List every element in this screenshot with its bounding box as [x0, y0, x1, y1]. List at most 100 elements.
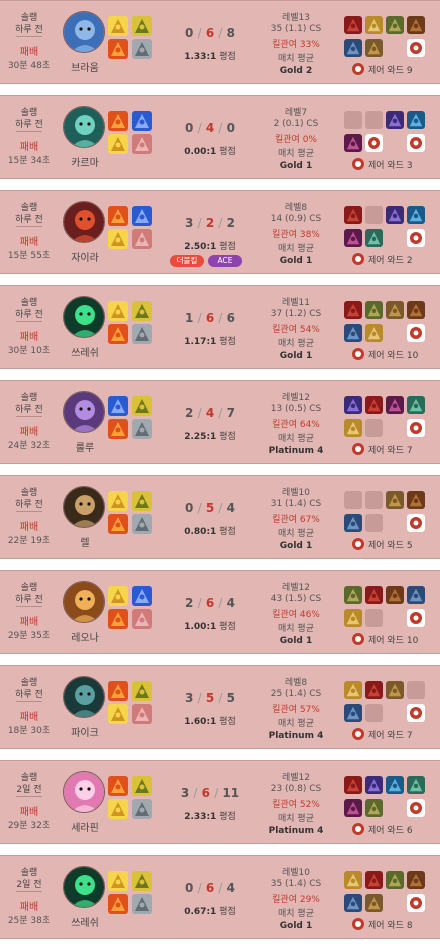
flash-icon[interactable] [108, 799, 128, 819]
match-card[interactable]: 솔랭 하루 전 패배 15분 34초 카르마 0 / 4 / 0 0.00:1 … [0, 95, 440, 179]
teleport-icon[interactable] [108, 396, 128, 416]
item-helm-icon[interactable] [344, 586, 362, 604]
smite-icon[interactable] [132, 396, 152, 416]
item-ward-totem-icon[interactable] [407, 799, 425, 817]
item-armor-icon[interactable] [344, 16, 362, 34]
ignite-icon[interactable] [108, 514, 128, 534]
champion-portrait-icon[interactable] [63, 486, 105, 528]
item-helm2-icon[interactable] [365, 39, 383, 57]
heal-icon[interactable] [132, 134, 152, 154]
ignite-icon[interactable] [108, 39, 128, 59]
exhaust-icon[interactable] [132, 419, 152, 439]
teleport-icon[interactable] [132, 111, 152, 131]
champion-portrait-icon[interactable] [63, 866, 105, 908]
ignite-icon[interactable] [108, 681, 128, 701]
smite-icon[interactable] [132, 871, 152, 891]
item-ward-totem-icon[interactable] [407, 704, 425, 722]
item-wand-icon[interactable] [386, 206, 404, 224]
match-card[interactable]: 솔랭 하루 전 패배 30분 48초 브라움 0 / 6 / 8 1.33:1 … [0, 0, 440, 84]
item-ward-totem-icon[interactable] [407, 609, 425, 627]
heal-icon[interactable] [132, 704, 152, 724]
ignite-icon[interactable] [108, 111, 128, 131]
item-tome-icon[interactable] [344, 134, 362, 152]
flash-icon[interactable] [108, 229, 128, 249]
item-helm2-icon[interactable] [386, 681, 404, 699]
item-orb-icon[interactable] [407, 396, 425, 414]
item-helm-icon[interactable] [386, 871, 404, 889]
match-card[interactable]: 솔랭 2일 전 패배 29분 32초 세라핀 3 / 6 / 11 2.33:1… [0, 760, 440, 844]
item-armor-icon[interactable] [365, 396, 383, 414]
item-armor-icon[interactable] [365, 681, 383, 699]
item-ward-totem2-icon[interactable] [407, 134, 425, 152]
ignite-icon[interactable] [108, 609, 128, 629]
item-crystal-icon[interactable] [386, 776, 404, 794]
match-card[interactable]: 솔랭 하루 전 패배 22분 19초 렐 0 / 5 / 4 0.80:1 평점… [0, 475, 440, 559]
flash-icon[interactable] [108, 16, 128, 36]
item-wand-icon[interactable] [344, 396, 362, 414]
champion-portrait-icon[interactable] [63, 581, 105, 623]
flash-icon[interactable] [108, 301, 128, 321]
flash-icon[interactable] [108, 704, 128, 724]
item-boots-icon[interactable] [407, 871, 425, 889]
item-shield-icon[interactable] [344, 324, 362, 342]
smite-icon[interactable] [132, 681, 152, 701]
ignite-icon[interactable] [108, 419, 128, 439]
heal-icon[interactable] [132, 609, 152, 629]
heal-icon[interactable] [132, 229, 152, 249]
flash-icon[interactable] [108, 134, 128, 154]
item-tome-icon[interactable] [344, 799, 362, 817]
item-armor-icon[interactable] [344, 301, 362, 319]
item-boots-icon[interactable] [407, 491, 425, 509]
item-tome-icon[interactable] [344, 229, 362, 247]
item-ward-totem-icon[interactable] [407, 419, 425, 437]
ignite-icon[interactable] [108, 206, 128, 226]
match-card[interactable]: 솔랭 하루 전 패배 18분 30초 파이크 3 / 5 / 5 1.60:1 … [0, 665, 440, 749]
item-ward-totem-icon[interactable] [407, 229, 425, 247]
item-tome-icon[interactable] [386, 396, 404, 414]
exhaust-icon[interactable] [132, 324, 152, 344]
item-boots-icon[interactable] [386, 586, 404, 604]
item-crystal-icon[interactable] [407, 206, 425, 224]
item-helm-icon[interactable] [365, 799, 383, 817]
exhaust-icon[interactable] [132, 799, 152, 819]
ignite-icon[interactable] [108, 776, 128, 796]
smite-icon[interactable] [132, 301, 152, 321]
champion-portrait-icon[interactable] [63, 201, 105, 243]
match-card[interactable]: 솔랭 하루 전 패배 30분 10초 쓰레쉬 1 / 6 / 6 1.17:1 … [0, 285, 440, 369]
item-sword-icon[interactable] [344, 871, 362, 889]
match-card[interactable]: 솔랭 하루 전 패배 24분 32초 룰루 2 / 4 / 7 2.25:1 평… [0, 380, 440, 464]
smite-icon[interactable] [132, 16, 152, 36]
exhaust-icon[interactable] [132, 894, 152, 914]
exhaust-icon[interactable] [132, 514, 152, 534]
item-sword-icon[interactable] [344, 681, 362, 699]
flash-icon[interactable] [108, 491, 128, 511]
item-boots-icon[interactable] [407, 16, 425, 34]
item-wand-icon[interactable] [386, 111, 404, 129]
item-shield-icon[interactable] [407, 586, 425, 604]
item-orb-icon[interactable] [407, 776, 425, 794]
teleport-icon[interactable] [132, 206, 152, 226]
exhaust-icon[interactable] [132, 39, 152, 59]
item-crystal-icon[interactable] [407, 111, 425, 129]
item-orb-icon[interactable] [365, 229, 383, 247]
item-ward-totem-icon[interactable] [407, 324, 425, 342]
champion-portrait-icon[interactable] [63, 391, 105, 433]
item-helm-icon[interactable] [365, 301, 383, 319]
match-card[interactable]: 솔랭 2일 전 패배 25분 38초 쓰레쉬 0 / 6 / 4 0.67:1 … [0, 855, 440, 939]
item-helm-icon[interactable] [386, 16, 404, 34]
item-ward-totem-icon[interactable] [407, 39, 425, 57]
item-armor-icon[interactable] [344, 206, 362, 224]
item-armor-icon[interactable] [344, 776, 362, 794]
item-ward-totem-icon[interactable] [365, 134, 383, 152]
ignite-icon[interactable] [108, 894, 128, 914]
ignite-icon[interactable] [108, 324, 128, 344]
item-armor-icon[interactable] [365, 871, 383, 889]
item-shield-icon[interactable] [344, 39, 362, 57]
item-shield-icon[interactable] [344, 514, 362, 532]
item-helm2-icon[interactable] [386, 301, 404, 319]
flash-icon[interactable] [108, 871, 128, 891]
smite-icon[interactable] [132, 491, 152, 511]
match-card[interactable]: 솔랭 하루 전 패배 29분 35초 레오나 2 / 6 / 4 1.00:1 … [0, 570, 440, 654]
item-sword-icon[interactable] [344, 419, 362, 437]
champion-portrait-icon[interactable] [63, 296, 105, 338]
